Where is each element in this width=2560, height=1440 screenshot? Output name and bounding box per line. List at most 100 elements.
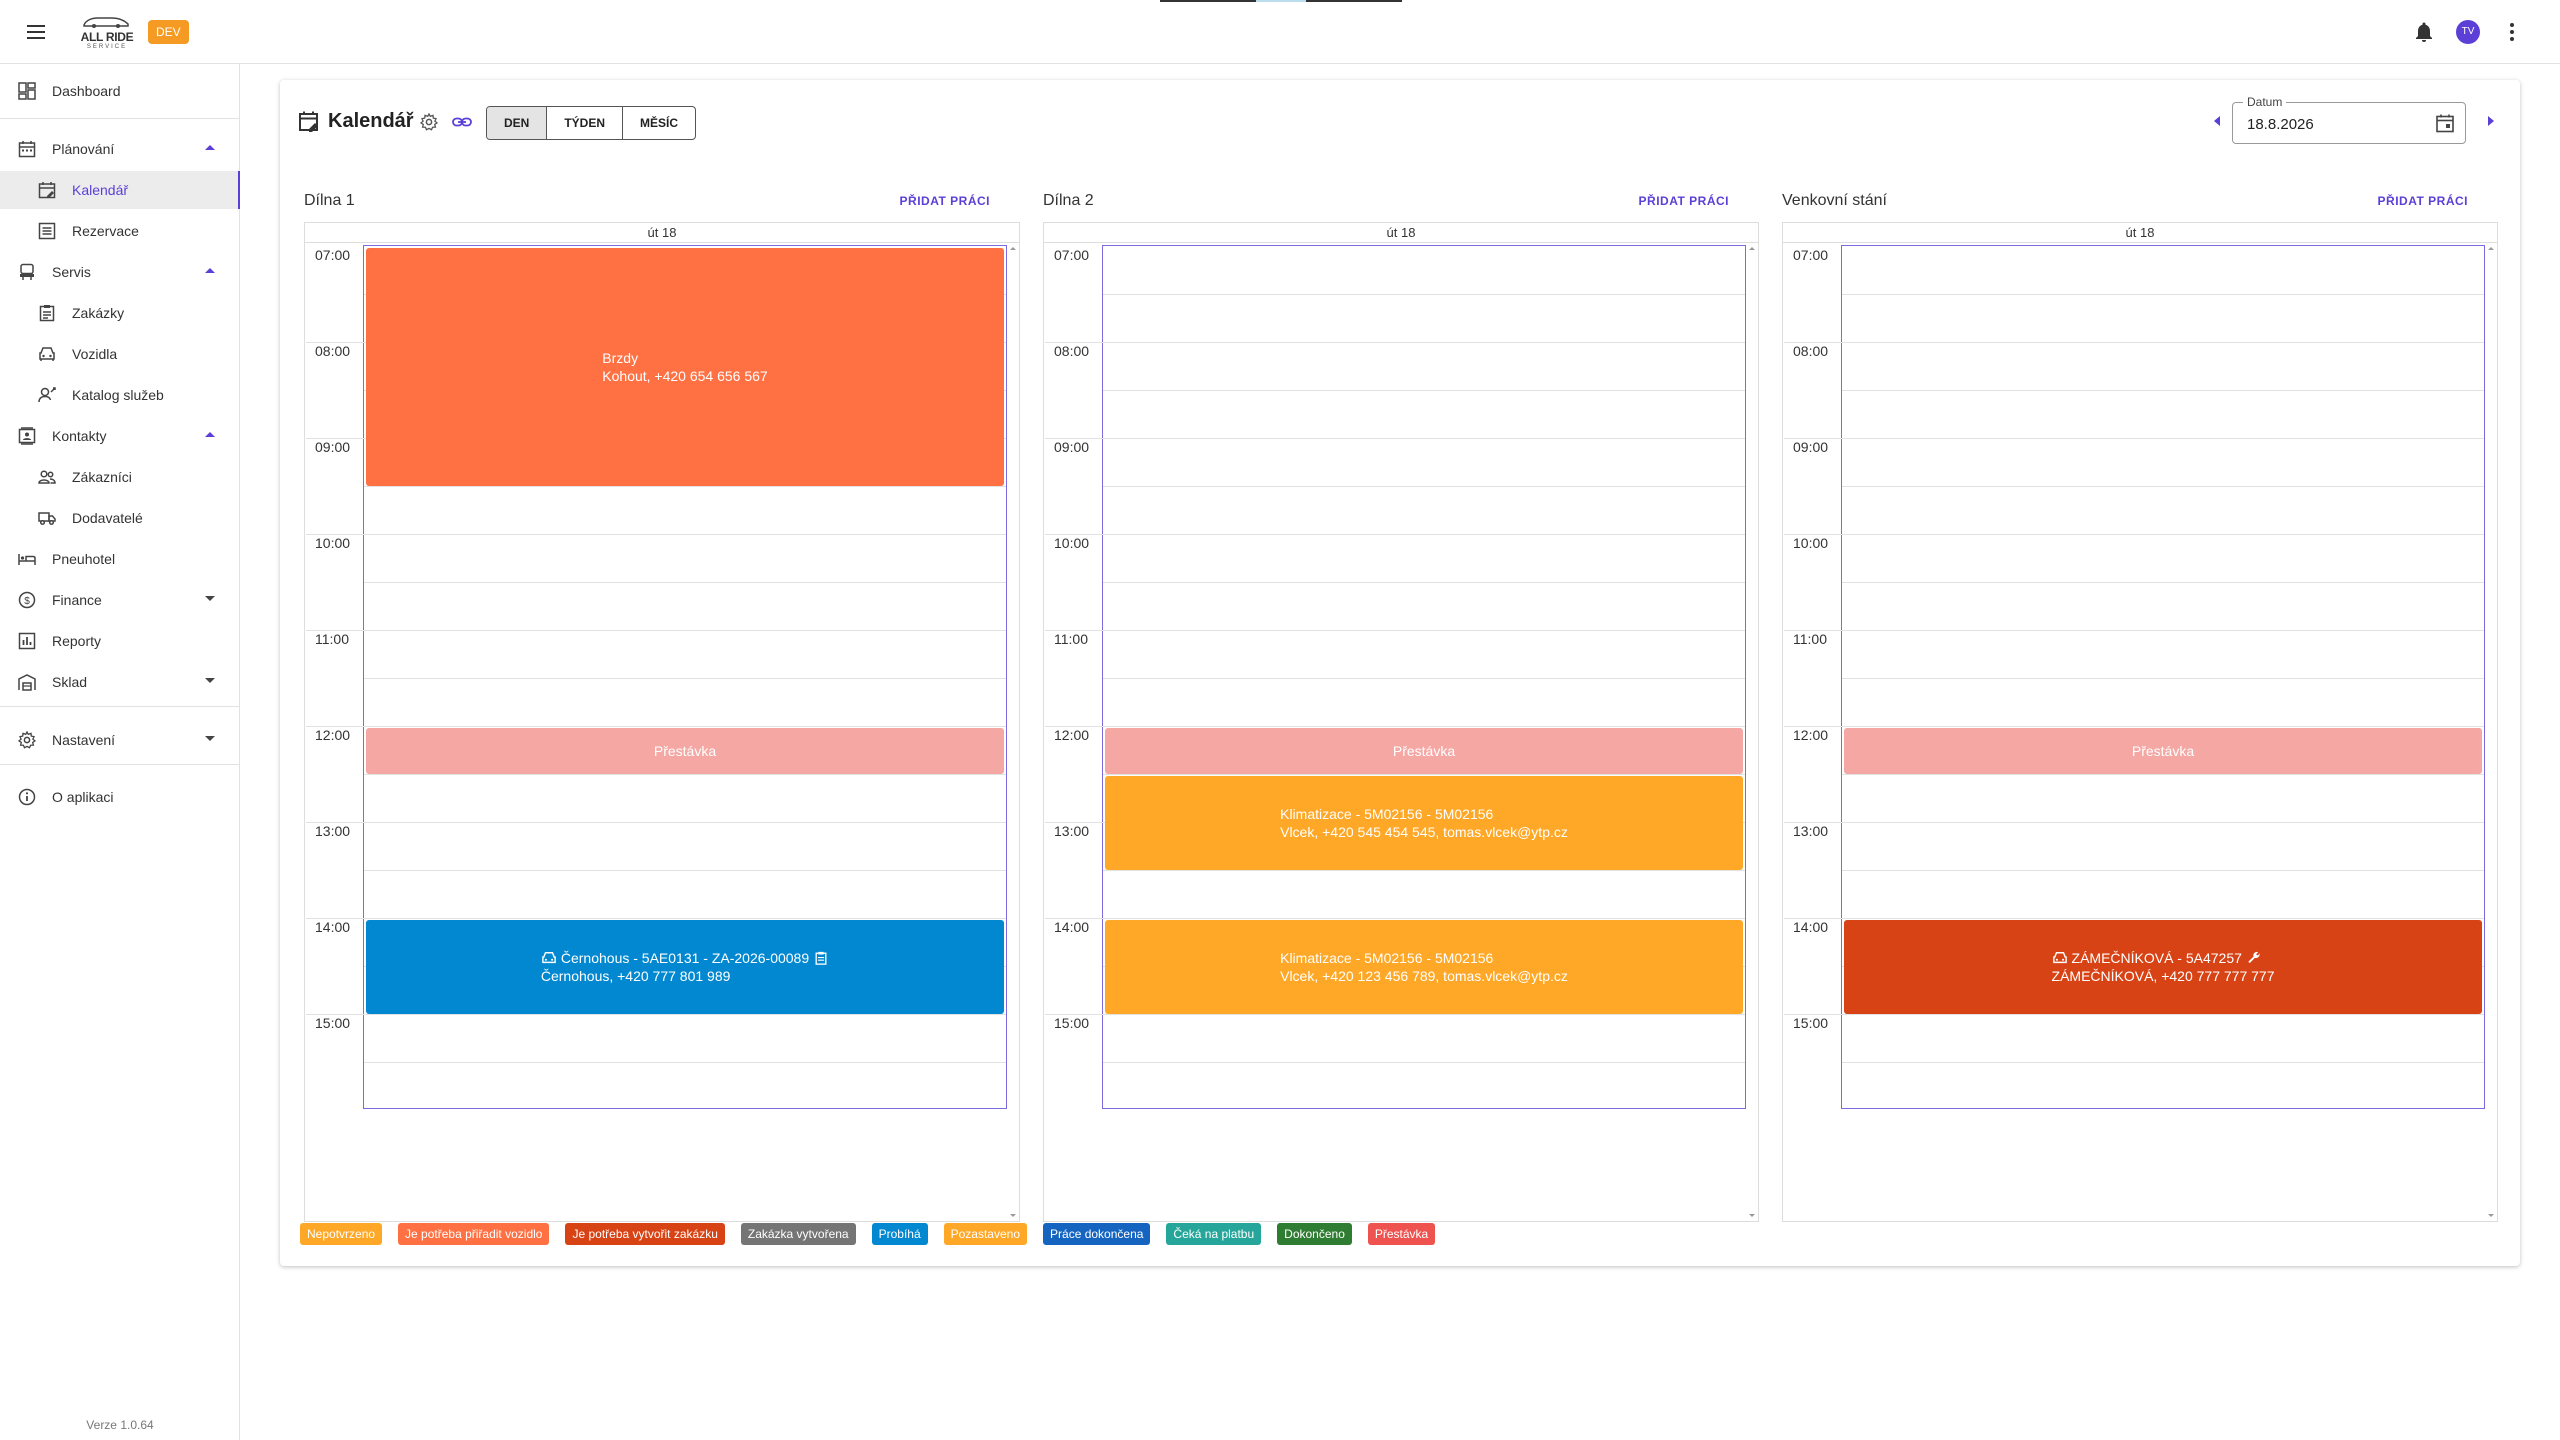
time-label: 08:00 [1054, 343, 1090, 359]
calendar-card: Kalendář DEN TÝDEN MĚSÍC Datum 18.8.2026… [280, 80, 2520, 1266]
time-label: 07:00 [315, 247, 351, 263]
sidebar-item-planovani[interactable]: Plánování [0, 130, 239, 168]
sidebar-item-zakaznici[interactable]: Zákazníci [0, 458, 239, 496]
view-month-button[interactable]: MĚSÍC [623, 107, 695, 139]
sidebar-item-label: Servis [52, 264, 91, 280]
date-field[interactable]: Datum 18.8.2026 [2232, 95, 2466, 144]
view-day-button[interactable]: DEN [487, 107, 548, 139]
scroll-down-icon[interactable] [2488, 1214, 2494, 1217]
sidebar-item-label: Reporty [52, 633, 102, 649]
env-badge: DEV [148, 20, 189, 44]
scroll-down-icon[interactable] [1010, 1214, 1016, 1217]
scroll-up-icon[interactable] [1749, 247, 1755, 250]
time-label: 14:00 [1793, 919, 1829, 935]
sidebar-item-label: Vozidla [72, 346, 118, 362]
day-header: út 18 [1044, 223, 1758, 243]
chevron-down-icon [205, 736, 215, 741]
menu-icon[interactable] [24, 20, 48, 44]
sidebar-item-kalendar[interactable]: Kalendář [0, 171, 240, 209]
time-slots[interactable]: Přestávka Klimatizace - 5M02156 - 5M02156… [1045, 245, 1746, 1109]
time-slots[interactable]: Brzdy Kohout, +420 654 656 567 Přestávka Če… [306, 245, 1007, 1109]
add-work-button[interactable]: PŘIDAT PRÁCI [1639, 194, 1729, 208]
time-label: 07:00 [1793, 247, 1829, 263]
sidebar-item-finance[interactable]: $ Finance [0, 581, 239, 619]
bell-icon[interactable] [2412, 20, 2436, 44]
legend-chip: Pozastaveno [943, 1223, 1028, 1245]
calendar-event[interactable]: Brzdy Kohout, +420 654 656 567 [366, 248, 1004, 486]
scroll-up-icon[interactable] [2488, 247, 2494, 250]
time-slots[interactable]: Přestávka ZÁMEČNÍKOVÁ - 5A47257 ZÁMEČNÍKOV… [1784, 245, 2485, 1109]
time-label: 07:00 [1054, 247, 1090, 263]
add-work-button[interactable]: PŘIDAT PRÁCI [2378, 194, 2468, 208]
chevron-right-icon[interactable] [2488, 116, 2494, 126]
sidebar-item-katalog-sluzeb[interactable]: Katalog služeb [0, 376, 239, 414]
sidebar-item-dashboard[interactable]: Dashboard [0, 72, 239, 110]
calendar-icon [18, 141, 36, 158]
time-label: 14:00 [315, 919, 351, 935]
sidebar-item-label: Plánování [52, 141, 115, 157]
view-toggle: DEN TÝDEN MĚSÍC [486, 106, 697, 140]
link-icon[interactable] [452, 113, 472, 131]
sidebar-item-label: Pneuhotel [52, 551, 116, 567]
time-label: 15:00 [1793, 1015, 1829, 1031]
sidebar-item-label: Nastavení [52, 732, 116, 748]
sidebar-item-reporty[interactable]: Reporty [0, 622, 239, 660]
sidebar-item-vozidla[interactable]: Vozidla [0, 335, 239, 373]
sidebar-item-kontakty[interactable]: Kontakty [0, 417, 239, 455]
time-label: 13:00 [315, 823, 351, 839]
sidebar-item-zakazky[interactable]: Zakázky [0, 294, 239, 332]
sidebar-item-label: Dashboard [52, 83, 121, 99]
sidebar: Dashboard Plánování Kalendář Rezervace S… [0, 64, 240, 1440]
event-title: Brzdy [602, 350, 639, 366]
clipboard-icon [815, 951, 827, 965]
event-detail: ZÁMEČNÍKOVÁ, +420 777 777 777 [2051, 968, 2275, 984]
car-seat-icon [20, 263, 34, 280]
dashboard-icon [18, 82, 36, 100]
time-label: 13:00 [1054, 823, 1090, 839]
time-label: 09:00 [315, 439, 351, 455]
time-label: 08:00 [1793, 343, 1829, 359]
break-event[interactable]: Přestávka [1105, 728, 1743, 774]
legend-chip: Nepotvrzeno [300, 1223, 383, 1245]
calendar-event[interactable]: Černohous - 5AE0131 - ZA-2026-00089 Černo… [366, 920, 1004, 1014]
time-label: 11:00 [315, 631, 349, 647]
sidebar-item-dodavatele[interactable]: Dodavatelé [0, 499, 239, 537]
calendar-event[interactable]: Klimatizace - 5M02156 - 5M02156 Vlcek, +4… [1105, 776, 1743, 870]
sidebar-item-servis[interactable]: Servis [0, 253, 239, 291]
scroll-down-icon[interactable] [1749, 1214, 1755, 1217]
logo-text: ALL RIDE [80, 30, 134, 44]
time-label: 13:00 [1793, 823, 1829, 839]
day-grid: út 18 07:00 08:00 09:00 10:00 11:00 12:00 13:00… [304, 222, 1020, 1222]
event-detail: Kohout, +420 654 656 567 [602, 368, 768, 384]
sidebar-item-rezervace[interactable]: Rezervace [0, 212, 239, 250]
view-week-button[interactable]: TÝDEN [547, 107, 624, 139]
chevron-up-icon [205, 432, 215, 437]
sidebar-item-label: Dodavatelé [72, 510, 143, 526]
break-event[interactable]: Přestávka [1844, 728, 2482, 774]
calendar-event[interactable]: ZÁMEČNÍKOVÁ - 5A47257 ZÁMEČNÍKOVÁ, +420 7… [1844, 920, 2482, 1014]
calendar-event[interactable]: Klimatizace - 5M02156 - 5M02156 Vlcek, +4… [1105, 920, 1743, 1014]
date-field-label: Datum [2243, 95, 2287, 109]
more-vert-icon[interactable] [2500, 20, 2524, 44]
sidebar-item-nastaveni[interactable]: Nastavení [0, 721, 239, 759]
sidebar-item-pneuhotel[interactable]: Pneuhotel [0, 540, 239, 578]
column-title: Dílna 1 [304, 192, 355, 209]
people-icon [38, 470, 56, 484]
sidebar-item-label: Finance [52, 592, 102, 608]
break-event[interactable]: Přestávka [366, 728, 1004, 774]
time-label: 09:00 [1054, 439, 1090, 455]
app-logo[interactable]: ALL RIDE SERVICE [72, 10, 142, 54]
list-icon [38, 222, 56, 240]
legend-chip: Práce dokončena [1043, 1223, 1151, 1245]
scroll-up-icon[interactable] [1010, 247, 1016, 250]
calendar-picker-icon[interactable] [2435, 113, 2455, 133]
chevron-left-icon[interactable] [2214, 116, 2220, 126]
avatar[interactable]: TV [2456, 20, 2480, 44]
sidebar-item-sklad[interactable]: Sklad [0, 663, 239, 701]
add-work-button[interactable]: PŘIDAT PRÁCI [900, 194, 990, 208]
time-label: 10:00 [315, 535, 351, 551]
settings-gear-icon[interactable] [420, 113, 438, 131]
time-label: 12:00 [1054, 727, 1090, 743]
time-label: 14:00 [1054, 919, 1090, 935]
sidebar-item-o-aplikaci[interactable]: O aplikaci [0, 778, 239, 816]
